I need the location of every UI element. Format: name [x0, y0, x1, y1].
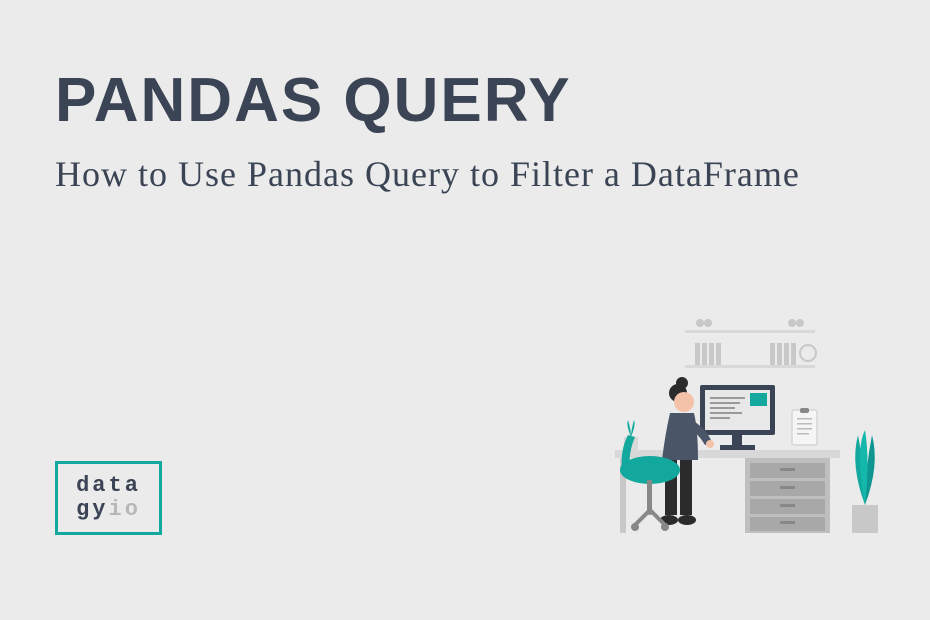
brand-logo: data gyio	[55, 461, 162, 535]
page-title: PANDAS QUERY	[55, 70, 875, 132]
logo-io: io	[109, 497, 141, 522]
content-area: PANDAS QUERY How to Use Pandas Query to …	[0, 0, 930, 269]
page-subtitle: How to Use Pandas Query to Filter a Data…	[55, 150, 875, 199]
logo-text-line2: gyio	[76, 498, 141, 522]
logo-gy: gy	[76, 497, 108, 522]
logo-text-line1: data	[76, 474, 141, 498]
desk-illustration	[550, 305, 900, 565]
